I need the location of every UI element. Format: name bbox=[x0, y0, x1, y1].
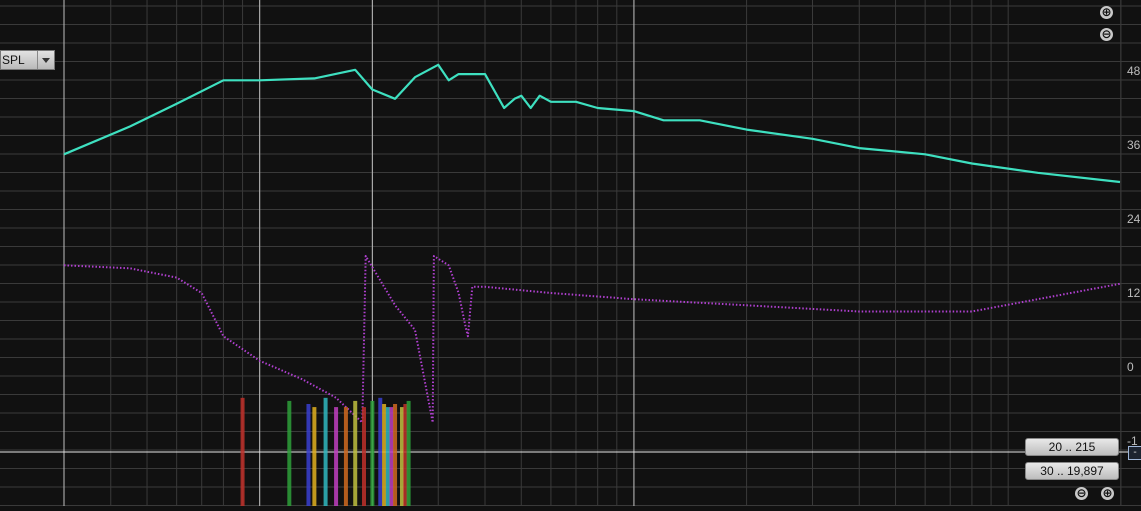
chevron-down-icon[interactable] bbox=[37, 51, 54, 69]
y-tick-label: 36 bbox=[1127, 138, 1141, 152]
harmonic-bar bbox=[382, 404, 387, 506]
harmonic-bar bbox=[306, 404, 311, 506]
harmonic-bar bbox=[323, 397, 328, 506]
harmonic-bar bbox=[312, 407, 317, 506]
chart-area[interactable] bbox=[0, 0, 1141, 506]
y-tick-label: 0 bbox=[1127, 360, 1134, 374]
harmonic-bar bbox=[353, 400, 358, 506]
spl-trace bbox=[63, 63, 1121, 184]
harmonic-bar bbox=[287, 400, 292, 506]
harmonic-bar bbox=[378, 397, 383, 506]
zoom-in-y-icon[interactable]: ⊕ bbox=[1100, 6, 1113, 19]
trace-select[interactable]: SPL bbox=[0, 50, 55, 70]
zoom-out-y-icon[interactable]: ⊖ bbox=[1100, 28, 1113, 41]
harmonic-bar bbox=[389, 407, 394, 506]
harmonic-bar bbox=[370, 400, 375, 506]
zoom-in-x-icon[interactable]: ⊕ bbox=[1101, 487, 1114, 500]
harmonic-bar bbox=[240, 397, 245, 506]
y-tick-label: 48 bbox=[1127, 64, 1141, 78]
cursor-value-box: - bbox=[1128, 446, 1141, 460]
x-range-box[interactable]: 30 .. 19,897 bbox=[1025, 462, 1119, 480]
harmonic-bar bbox=[334, 407, 339, 506]
harmonic-bar bbox=[362, 407, 367, 506]
y-tick-label: 12 bbox=[1127, 286, 1141, 300]
y-tick-label: 24 bbox=[1127, 212, 1141, 226]
frequency-response-plot[interactable] bbox=[0, 0, 1141, 506]
zoom-out-x-icon[interactable]: ⊖ bbox=[1075, 487, 1088, 500]
y-range-box[interactable]: 20 .. 215 bbox=[1025, 438, 1119, 456]
harmonic-bar bbox=[406, 400, 411, 506]
harmonic-bar bbox=[343, 407, 348, 506]
harmonic-bar bbox=[385, 407, 390, 506]
trace-select-value: SPL bbox=[2, 53, 25, 67]
harmonic-bar bbox=[393, 404, 398, 506]
